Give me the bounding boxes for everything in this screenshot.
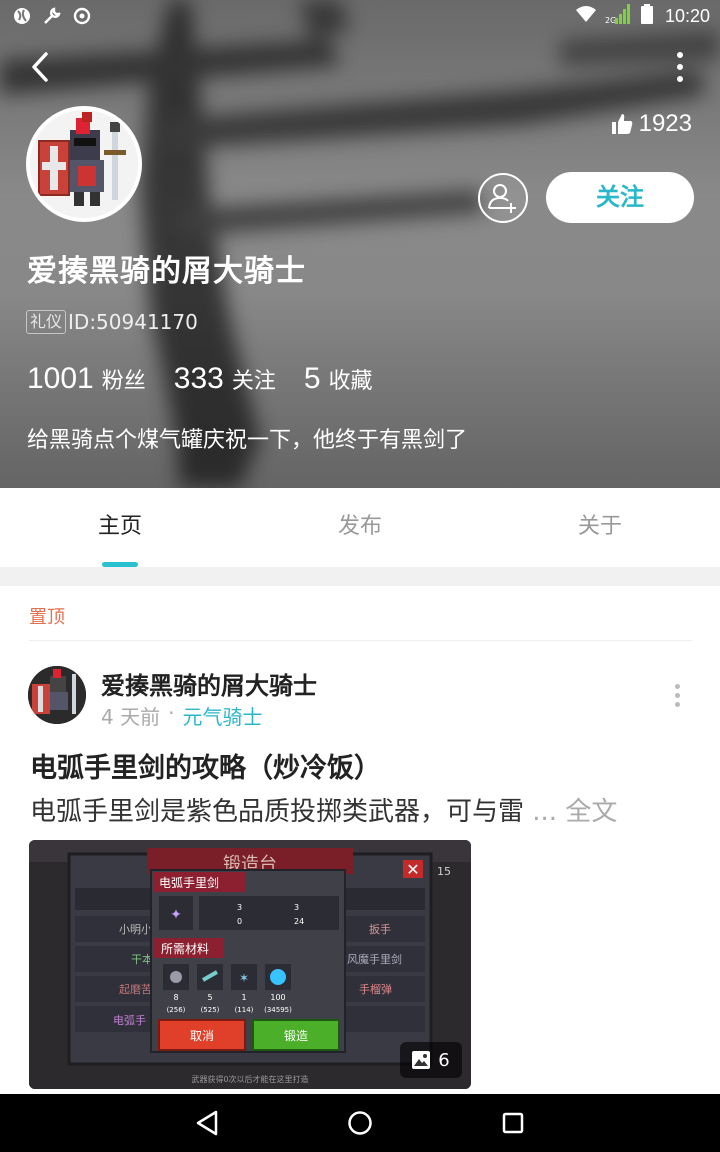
crystal-icon: ✶ — [239, 971, 249, 985]
shuriken-icon: ✦ — [170, 907, 182, 923]
svg-text:2G: 2G — [605, 16, 616, 24]
wrench-icon — [42, 6, 62, 26]
image-count: 6 — [438, 1049, 450, 1071]
post-meta: 4 天前 · 元气骑士 — [101, 701, 262, 730]
followers-count[interactable]: 1001 — [27, 362, 94, 396]
forge-footer-note: 武器获得0次以后才能在这里打造 — [191, 1074, 308, 1084]
browser-icon — [12, 6, 32, 26]
profile-stats: 1001 粉丝 333 关注 5 收藏 — [27, 362, 401, 396]
side-number: 15 — [437, 865, 451, 878]
following-count[interactable]: 333 — [174, 362, 224, 396]
post-excerpt[interactable]: 电弧手里剑是紫色品质投掷类武器，可与雷 ... 全文 — [30, 791, 617, 828]
stat-energy: 3 — [294, 903, 299, 912]
triangle-back-icon — [196, 1110, 218, 1136]
stat-accuracy: 24 — [294, 917, 304, 926]
post-author-name[interactable]: 爱揍黑骑的屑大骑士 — [101, 666, 317, 701]
back-button[interactable] — [22, 48, 62, 88]
list-item: 风魔手里剑 — [347, 952, 402, 966]
weapon-name: 电弧手里剑 — [159, 875, 219, 890]
materials-title: 所需材料 — [161, 942, 209, 956]
stat-crit: 0 — [237, 917, 242, 926]
clock: 10:20 — [664, 6, 710, 26]
favorites-label[interactable]: 收藏 — [329, 363, 373, 395]
material-stock: (34595) — [264, 1006, 292, 1014]
followers-label[interactable]: 粉丝 — [102, 363, 146, 395]
post-topic-link[interactable]: 元气骑士 — [182, 701, 262, 730]
more-options-button[interactable] — [674, 52, 686, 84]
cover-shade — [0, 0, 720, 488]
like-counter[interactable]: 1923 — [611, 110, 692, 138]
close-icon: ✕ — [406, 860, 419, 879]
profile-avatar[interactable] — [26, 106, 142, 222]
post-more-button[interactable] — [672, 684, 682, 710]
profile-header: 2G 10:20 1923 关注 爱揍黑骑的屑大骑士 礼仪 ID:5094117… — [0, 0, 720, 488]
wifi-icon — [575, 5, 597, 28]
meta-separator: · — [168, 701, 175, 725]
material-stock: (525) — [201, 1006, 220, 1014]
status-bar: 2G 10:20 — [0, 0, 720, 32]
post-time: 4 天前 — [101, 705, 161, 729]
image-icon — [412, 1051, 431, 1069]
forge-button: 锻造 — [284, 1029, 308, 1043]
user-id: ID:50941170 — [68, 310, 198, 334]
post-title[interactable]: 电弧手里剑的攻略（炒冷饭） — [30, 746, 381, 785]
material-stock: (256) — [167, 1006, 186, 1014]
user-id-row: 礼仪 ID:50941170 — [26, 310, 198, 334]
read-full-link[interactable]: ... 全文 — [524, 797, 617, 827]
profile-tabs: 主页 发布 关于 — [0, 488, 720, 566]
favorites-count[interactable]: 5 — [304, 362, 321, 396]
post-author-avatar[interactable] — [28, 666, 86, 724]
stat-attack: 3 — [237, 903, 242, 912]
material-count: 1 — [241, 993, 246, 1002]
battery-icon — [640, 4, 653, 29]
cancel-button: 取消 — [190, 1029, 214, 1043]
like-count: 1923 — [638, 110, 692, 137]
knight-avatar-image — [28, 666, 86, 724]
thumbs-up-icon — [611, 114, 632, 134]
material-count: 100 — [270, 993, 285, 1002]
add-user-icon — [488, 184, 516, 213]
material-count: 8 — [173, 993, 178, 1002]
square-recents-icon — [502, 1112, 524, 1134]
following-label[interactable]: 关注 — [232, 363, 276, 395]
tab-home[interactable]: 主页 — [0, 488, 240, 566]
tab-posts[interactable]: 发布 — [240, 488, 480, 566]
profile-bio: 给黑骑点个煤气罐庆祝一下，他终于有黑剑了 — [27, 428, 468, 453]
section-divider — [0, 567, 720, 586]
material-stock: (114) — [235, 1006, 254, 1014]
material-count: 5 — [207, 993, 212, 1002]
circle-home-icon — [348, 1111, 372, 1135]
list-item: 扳手 — [369, 922, 391, 936]
add-friend-button[interactable] — [478, 173, 528, 223]
system-nav-bar — [0, 1094, 720, 1152]
pinned-label: 置顶 — [29, 607, 65, 628]
knight-avatar-image — [30, 110, 138, 218]
profile-username: 爱揍黑骑的屑大骑士 — [27, 254, 306, 289]
etiquette-badge[interactable]: 礼仪 — [26, 310, 67, 334]
divider — [29, 640, 692, 641]
nav-recents-button[interactable] — [483, 1094, 543, 1152]
list-item: 小明小 — [119, 923, 152, 936]
tab-about[interactable]: 关于 — [480, 488, 720, 566]
follow-button[interactable]: 关注 — [546, 172, 694, 223]
back-arrow-icon — [32, 52, 48, 82]
signal-icon: 2G — [605, 4, 633, 29]
nav-home-button[interactable] — [330, 1094, 390, 1152]
nav-back-button[interactable] — [178, 1094, 238, 1152]
list-item: 起磨苦 — [119, 983, 152, 996]
game-icon — [72, 6, 92, 26]
list-item: 干本 — [131, 952, 153, 966]
image-count-badge[interactable]: 6 — [400, 1042, 462, 1078]
list-item: 手榴弹 — [359, 982, 392, 996]
list-item: 电弧手 — [113, 1013, 146, 1027]
excerpt-text: 电弧手里剑是紫色品质投掷类武器，可与雷 — [30, 797, 525, 827]
